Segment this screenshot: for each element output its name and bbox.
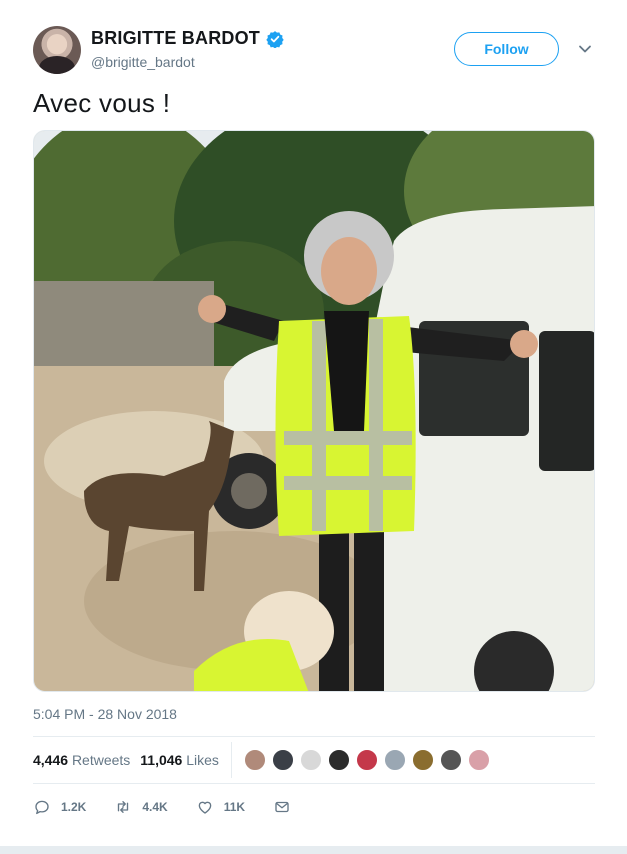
liker-avatar[interactable] <box>327 749 350 771</box>
retweet-count: 4.4K <box>142 800 168 814</box>
reply-count: 1.2K <box>61 800 87 814</box>
heart-icon <box>198 801 212 814</box>
tweet-timestamp[interactable]: 5:04 PM - 28 Nov 2018 <box>33 706 177 722</box>
liker-avatar[interactable] <box>271 749 294 771</box>
tweet-header: BRIGITTE BARDOT @brigitte_bardot Follow <box>33 26 595 76</box>
likes-count: 11,046 <box>140 752 183 768</box>
bottom-strip <box>0 846 627 854</box>
message-icon <box>275 801 289 813</box>
avatar[interactable] <box>33 26 81 74</box>
chevron-down-icon[interactable] <box>578 42 592 56</box>
tweet-text: Avec vous ! <box>33 88 171 118</box>
retweet-button[interactable]: 4.4K <box>114 798 168 816</box>
like-button[interactable]: 11K <box>196 798 245 816</box>
follow-button[interactable]: Follow <box>454 32 559 66</box>
liker-avatar[interactable] <box>411 749 434 771</box>
reply-icon <box>35 800 49 815</box>
display-name[interactable]: BRIGITTE BARDOT <box>91 28 260 49</box>
likes-stat[interactable]: 11,046 Likes <box>140 752 219 768</box>
divider-bottom <box>33 783 595 784</box>
liker-avatars <box>243 749 496 771</box>
photo-illustration <box>34 131 594 691</box>
verified-badge-icon <box>266 30 284 48</box>
engagement-stats: 4,446 Retweets 11,046 Likes <box>33 737 595 783</box>
liker-avatar[interactable] <box>355 749 378 771</box>
tweet-actions: 1.2K 4.4K 11K <box>33 795 329 819</box>
name-row[interactable]: BRIGITTE BARDOT <box>91 28 284 49</box>
user-handle[interactable]: @brigitte_bardot <box>91 54 195 70</box>
retweet-icon <box>118 801 129 813</box>
liker-avatar[interactable] <box>299 749 322 771</box>
retweets-count: 4,446 <box>33 752 69 768</box>
direct-message-button[interactable] <box>273 798 301 816</box>
like-count: 11K <box>223 800 246 814</box>
liker-avatar[interactable] <box>439 749 462 771</box>
likes-label: Likes <box>186 752 219 768</box>
liker-avatar[interactable] <box>467 749 490 771</box>
retweets-label: Retweets <box>71 752 131 768</box>
liker-avatar[interactable] <box>243 749 266 771</box>
retweets-stat[interactable]: 4,446 Retweets <box>33 752 130 768</box>
liker-avatar[interactable] <box>383 749 406 771</box>
reply-button[interactable]: 1.2K <box>33 798 86 816</box>
tweet-photo[interactable] <box>33 130 595 692</box>
stats-separator <box>230 742 232 778</box>
